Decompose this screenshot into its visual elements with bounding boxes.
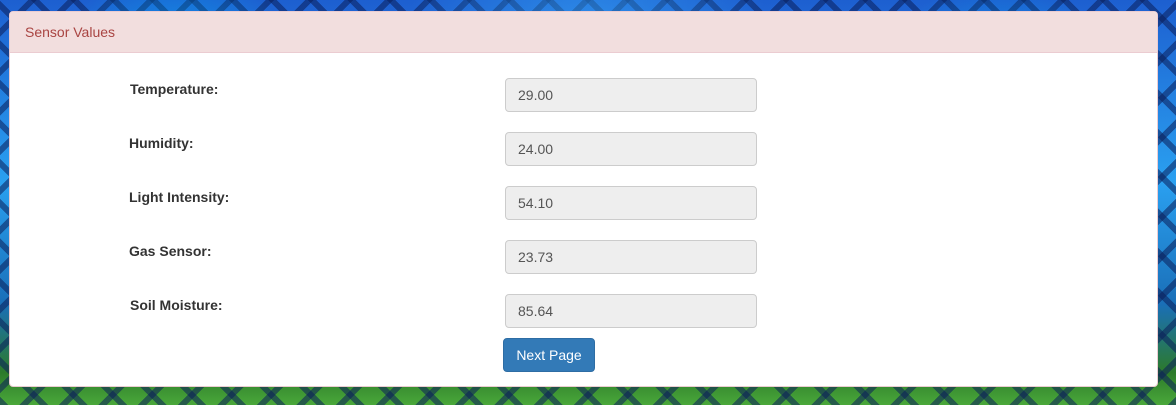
gas-sensor-field[interactable]: 23.73 (505, 240, 757, 274)
soil-moisture-label: Soil Moisture: (130, 297, 223, 313)
gas-sensor-label: Gas Sensor: (129, 243, 212, 259)
humidity-label: Humidity: (129, 135, 194, 151)
next-page-button[interactable]: Next Page (503, 338, 595, 372)
temperature-label: Temperature: (130, 81, 219, 97)
light-intensity-label: Light Intensity: (129, 189, 230, 205)
sensor-values-panel: Sensor Values Temperature: 29.00 Humidit… (9, 11, 1158, 387)
light-intensity-field[interactable]: 54.10 (505, 186, 757, 220)
panel-heading: Sensor Values (10, 12, 1157, 53)
soil-moisture-field[interactable]: 85.64 (505, 294, 757, 328)
temperature-field[interactable]: 29.00 (505, 78, 757, 112)
humidity-field[interactable]: 24.00 (505, 132, 757, 166)
